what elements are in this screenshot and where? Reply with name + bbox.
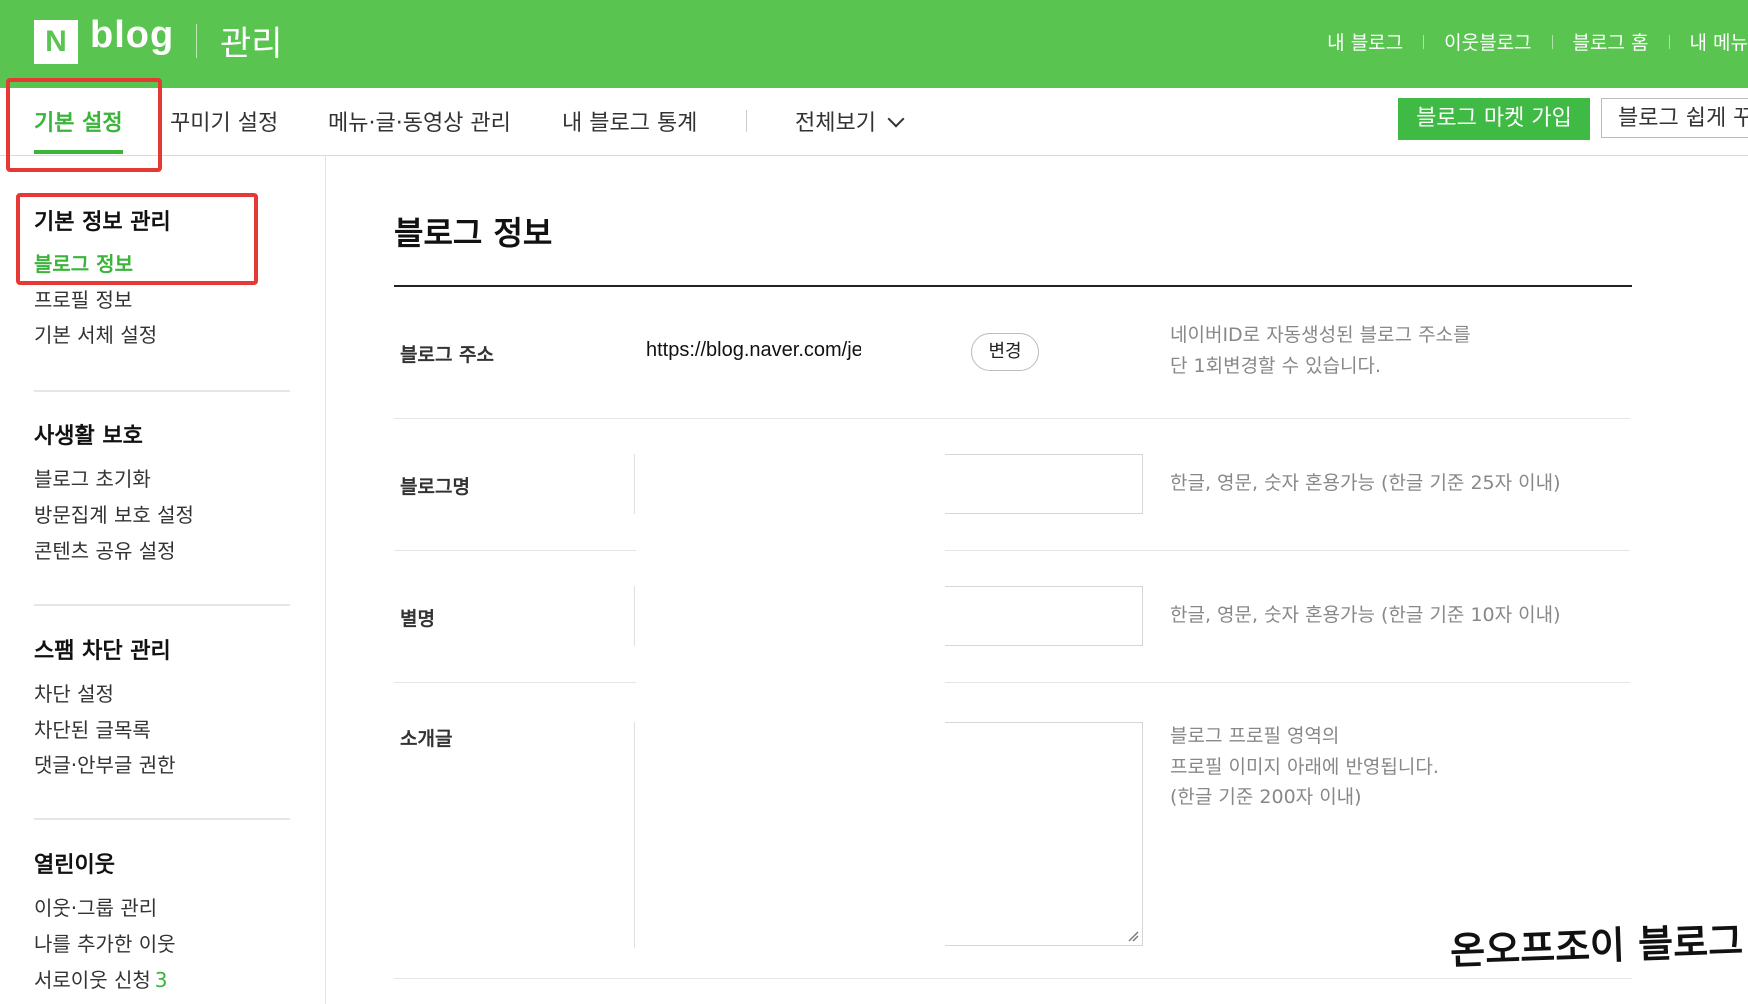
chevron-down-icon xyxy=(887,110,905,128)
nav-neighbor-blog[interactable]: 이웃블로그 xyxy=(1444,28,1531,55)
highlight-box-sidebar xyxy=(16,193,258,285)
page-title: 블로그 정보 xyxy=(394,214,553,252)
change-address-button[interactable]: 변경 xyxy=(971,333,1039,371)
intro-help-line-2: 프로필 이미지 아래에 반영됩니다. xyxy=(1170,756,1439,778)
intro-label: 소개글 xyxy=(400,728,453,750)
blog-name-label: 블로그명 xyxy=(400,476,470,498)
field-edge xyxy=(634,586,635,646)
row-divider xyxy=(945,682,1630,683)
top-header: N blog 관리 내 블로그 이웃블로그 블로그 홈 내 메뉴 xyxy=(0,0,1748,88)
sidebar-item-block-settings[interactable]: 차단 설정 xyxy=(34,678,114,707)
address-help-line-2: 단 1회변경할 수 있습니다. xyxy=(1170,355,1382,377)
intro-textarea[interactable] xyxy=(945,722,1143,946)
row-divider xyxy=(945,550,1630,551)
blog-name-input[interactable] xyxy=(945,454,1143,514)
row-divider xyxy=(394,978,1632,979)
sidebar-section-title: 스팸 차단 관리 xyxy=(34,639,171,664)
nav-divider xyxy=(1423,34,1425,49)
logo-divider xyxy=(196,24,197,58)
blog-market-signup-button[interactable]: 블로그 마켓 가입 xyxy=(1398,98,1590,140)
sidebar-item-comment-permission[interactable]: 댓글·안부글 권한 xyxy=(34,749,176,778)
sidebar-item-neighbor-groups[interactable]: 이웃·그룹 관리 xyxy=(34,892,157,921)
nav-blog-home[interactable]: 블로그 홈 xyxy=(1573,28,1649,55)
blog-address-label: 블로그 주소 xyxy=(400,344,495,366)
field-edge xyxy=(634,454,635,514)
sidebar-item-visit-protect[interactable]: 방문집계 보호 설정 xyxy=(34,499,194,528)
nav-my-menu[interactable]: 내 메뉴 xyxy=(1690,28,1748,55)
sidebar-item-blocked-posts[interactable]: 차단된 글목록 xyxy=(34,714,151,743)
sidebar-item-followers[interactable]: 나를 추가한 이웃 xyxy=(34,928,176,957)
nav-divider xyxy=(1551,34,1553,49)
resize-grip-icon[interactable] xyxy=(1127,930,1139,942)
nickname-label: 별명 xyxy=(400,608,435,630)
sidebar-divider xyxy=(34,604,290,606)
nickname-help: 한글, 영문, 숫자 혼용가능 (한글 기준 10자 이내) xyxy=(1170,604,1561,626)
tab-content-management[interactable]: 메뉴·글·동영상 관리 xyxy=(328,105,511,137)
sidebar-item-mutual-requests[interactable]: 서로이웃 신청 3 xyxy=(34,964,168,993)
blog-name-help: 한글, 영문, 숫자 혼용가능 (한글 기준 25자 이내) xyxy=(1170,472,1561,494)
view-all-label: 전체보기 xyxy=(795,111,876,136)
view-all-dropdown[interactable]: 전체보기 xyxy=(795,105,905,137)
handwritten-watermark: 온오프조이 블로그 xyxy=(1449,918,1744,974)
intro-help-line-1: 블로그 프로필 영역의 xyxy=(1170,725,1340,747)
sidebar-section-title: 열린이웃 xyxy=(34,853,115,878)
title-divider xyxy=(394,285,1632,287)
row-divider xyxy=(394,682,636,683)
section-title[interactable]: 관리 xyxy=(220,16,283,65)
tab-divider xyxy=(746,110,747,132)
blog-logo[interactable]: blog xyxy=(90,14,174,57)
field-edge xyxy=(634,722,635,948)
row-divider xyxy=(394,550,636,551)
sidebar-divider xyxy=(34,390,290,392)
intro-help-line-3: (한글 기준 200자 이내) xyxy=(1170,786,1362,808)
top-nav: 내 블로그 이웃블로그 블로그 홈 내 메뉴 xyxy=(1327,28,1748,55)
tab-blog-stats[interactable]: 내 블로그 통계 xyxy=(562,105,697,137)
blog-address-value: https://blog.naver.com/je xyxy=(646,339,861,361)
sidebar-divider xyxy=(34,818,290,820)
sidebar-item-blog-reset[interactable]: 블로그 초기화 xyxy=(34,463,151,492)
nav-divider xyxy=(1668,34,1670,49)
nickname-input[interactable] xyxy=(945,586,1143,646)
tab-design-settings[interactable]: 꾸미기 설정 xyxy=(170,105,278,137)
sidebar-item-default-font[interactable]: 기본 서체 설정 xyxy=(34,319,157,348)
row-divider xyxy=(394,418,1630,419)
sidebar-item-content-share[interactable]: 콘텐츠 공유 설정 xyxy=(34,535,176,564)
settings-tabbar: 기본 설정 꾸미기 설정 메뉴·글·동영상 관리 내 블로그 통계 전체보기 블… xyxy=(0,88,1748,156)
nav-my-blog[interactable]: 내 블로그 xyxy=(1327,28,1403,55)
request-count-badge: 3 xyxy=(154,968,168,992)
easy-decorate-button[interactable]: 블로그 쉽게 꾸미기 xyxy=(1601,98,1748,138)
mutual-requests-label: 서로이웃 신청 xyxy=(34,968,151,992)
sidebar-item-profile-info[interactable]: 프로필 정보 xyxy=(34,284,132,313)
sidebar-section-title: 사생활 보호 xyxy=(34,424,143,449)
naver-n-logo[interactable]: N xyxy=(34,20,78,64)
address-help-line-1: 네이버ID로 자동생성된 블로그 주소를 xyxy=(1170,324,1471,346)
